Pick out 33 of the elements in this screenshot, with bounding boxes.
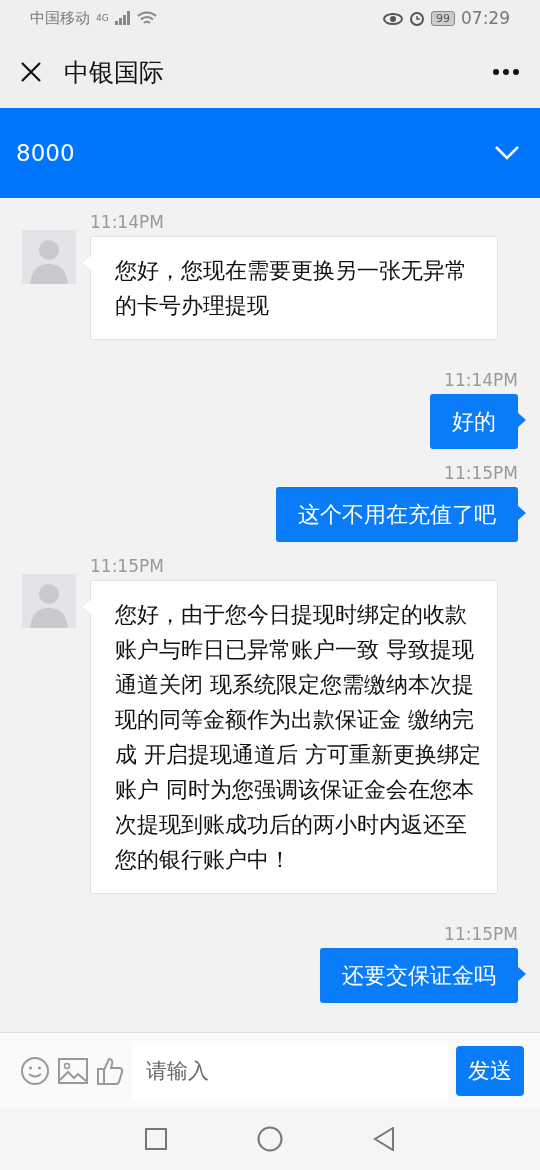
- message-time: 11:15PM: [444, 463, 518, 483]
- square-nav-icon[interactable]: [145, 1128, 167, 1150]
- bubble-tail-icon: [517, 505, 526, 521]
- page-title: 中银国际: [64, 56, 165, 89]
- back-nav-icon[interactable]: [373, 1127, 395, 1151]
- bubble-tail-icon: [517, 966, 526, 982]
- network-type: 4G: [96, 13, 109, 23]
- emoji-icon[interactable]: [20, 1055, 50, 1086]
- more-icon[interactable]: [492, 68, 520, 76]
- battery-level: 99: [431, 10, 455, 26]
- message-input[interactable]: 请输入: [132, 1040, 448, 1101]
- message-time: 11:14PM: [90, 212, 164, 232]
- avatar-icon: [22, 230, 76, 284]
- avatar-icon: [22, 574, 76, 628]
- alarm-icon: [409, 10, 425, 26]
- thumbs-up-icon[interactable]: [96, 1055, 124, 1086]
- message-time: 11:14PM: [444, 370, 518, 390]
- home-nav-icon[interactable]: [257, 1126, 283, 1152]
- message-time: 11:15PM: [90, 556, 164, 576]
- amount-bar[interactable]: 8000: [0, 108, 540, 198]
- clock-time: 07:29: [461, 8, 510, 28]
- bubble-tail-icon: [83, 599, 92, 615]
- message-time: 11:15PM: [444, 924, 518, 944]
- close-icon[interactable]: [20, 61, 42, 83]
- amount-value: 8000: [16, 140, 75, 166]
- bubble-tail-icon: [83, 255, 92, 271]
- image-icon[interactable]: [58, 1057, 88, 1084]
- signal-icon: [114, 11, 131, 25]
- send-button[interactable]: 发送: [456, 1045, 524, 1096]
- carrier-name: 中国移动: [30, 8, 90, 28]
- eye-icon: [383, 11, 403, 25]
- wifi-icon: [136, 10, 157, 26]
- bubble-tail-icon: [517, 412, 526, 428]
